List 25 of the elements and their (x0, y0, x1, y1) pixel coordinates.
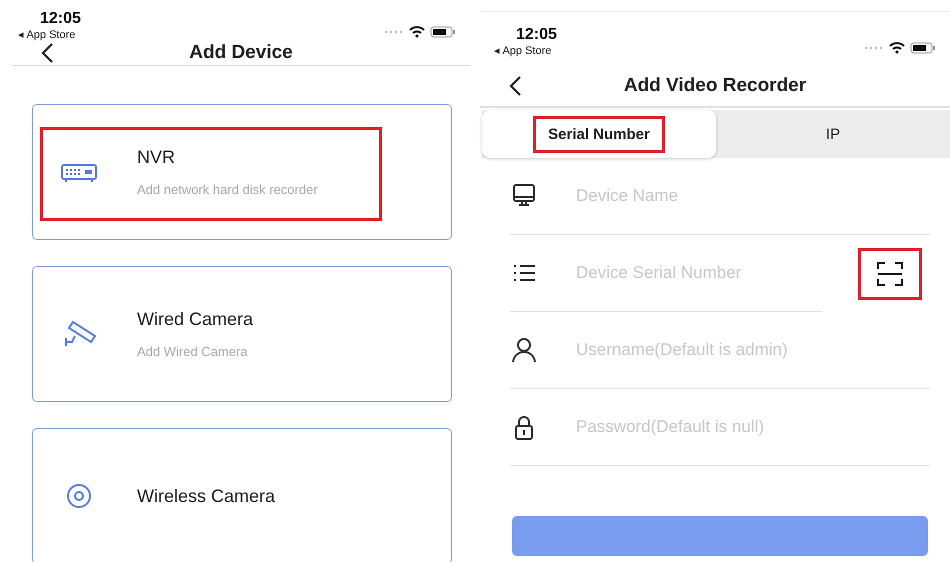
battery-icon (430, 26, 456, 38)
screen-title: Add Device (189, 42, 293, 63)
signal-icon (384, 29, 404, 35)
screen-title: Add Video Recorder (624, 75, 806, 96)
card-subtitle: Add network hard disk recorder (137, 182, 318, 197)
user-icon (510, 336, 538, 364)
tab[interactable]: IP (716, 110, 950, 158)
card-title: NVR (137, 147, 176, 168)
card-subtitle: Add Wired Camera (137, 344, 249, 359)
battery-icon (910, 42, 936, 54)
device-type-card[interactable]: Wired Camera Add Wired Camera (32, 266, 452, 402)
back-to-app-link[interactable]: ◂ App Store (18, 28, 76, 41)
back-to-app-link[interactable]: ◂ App Store (494, 44, 552, 57)
status-time: 12:05 (40, 10, 81, 28)
device-type-card[interactable]: Wireless Camera (32, 428, 452, 562)
tab[interactable]: Serial Number (482, 110, 716, 158)
scan-button[interactable] (858, 248, 922, 300)
wifi-icon (889, 42, 905, 54)
device-type-card[interactable]: NVR Add network hard disk recorder (32, 104, 452, 240)
signal-icon (864, 45, 884, 51)
scan-icon (876, 260, 904, 286)
status-time: 12:05 (516, 26, 557, 44)
card-title: Wireless Camera (137, 486, 276, 506)
card-title: Wired Camera (137, 309, 254, 330)
wifi-icon (409, 26, 425, 38)
